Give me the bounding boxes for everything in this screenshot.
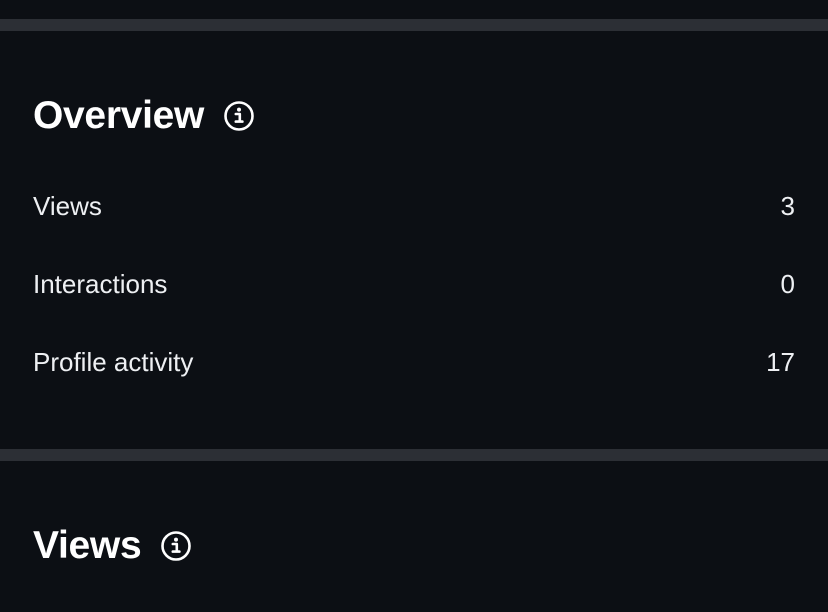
- info-icon[interactable]: [160, 530, 192, 562]
- metric-label: Profile activity: [33, 346, 194, 377]
- metric-value: 3: [780, 190, 795, 221]
- section-divider: [0, 19, 828, 31]
- metric-value: 0: [780, 268, 795, 299]
- metric-value: 17: [766, 346, 795, 377]
- overview-header: Overview: [33, 93, 255, 139]
- info-icon[interactable]: [223, 100, 255, 132]
- views-title: Views: [33, 524, 142, 567]
- insights-page: Overview Views 3 Interactions 0 Profile …: [0, 0, 828, 612]
- metric-label: Views: [33, 190, 102, 221]
- metric-row-profile-activity: Profile activity 17: [33, 344, 795, 380]
- views-header: Views: [33, 523, 192, 569]
- metric-row-interactions: Interactions 0: [33, 266, 795, 302]
- metric-row-views: Views 3: [33, 188, 795, 224]
- overview-title: Overview: [33, 94, 205, 137]
- section-divider: [0, 449, 828, 461]
- metric-label: Interactions: [33, 268, 168, 299]
